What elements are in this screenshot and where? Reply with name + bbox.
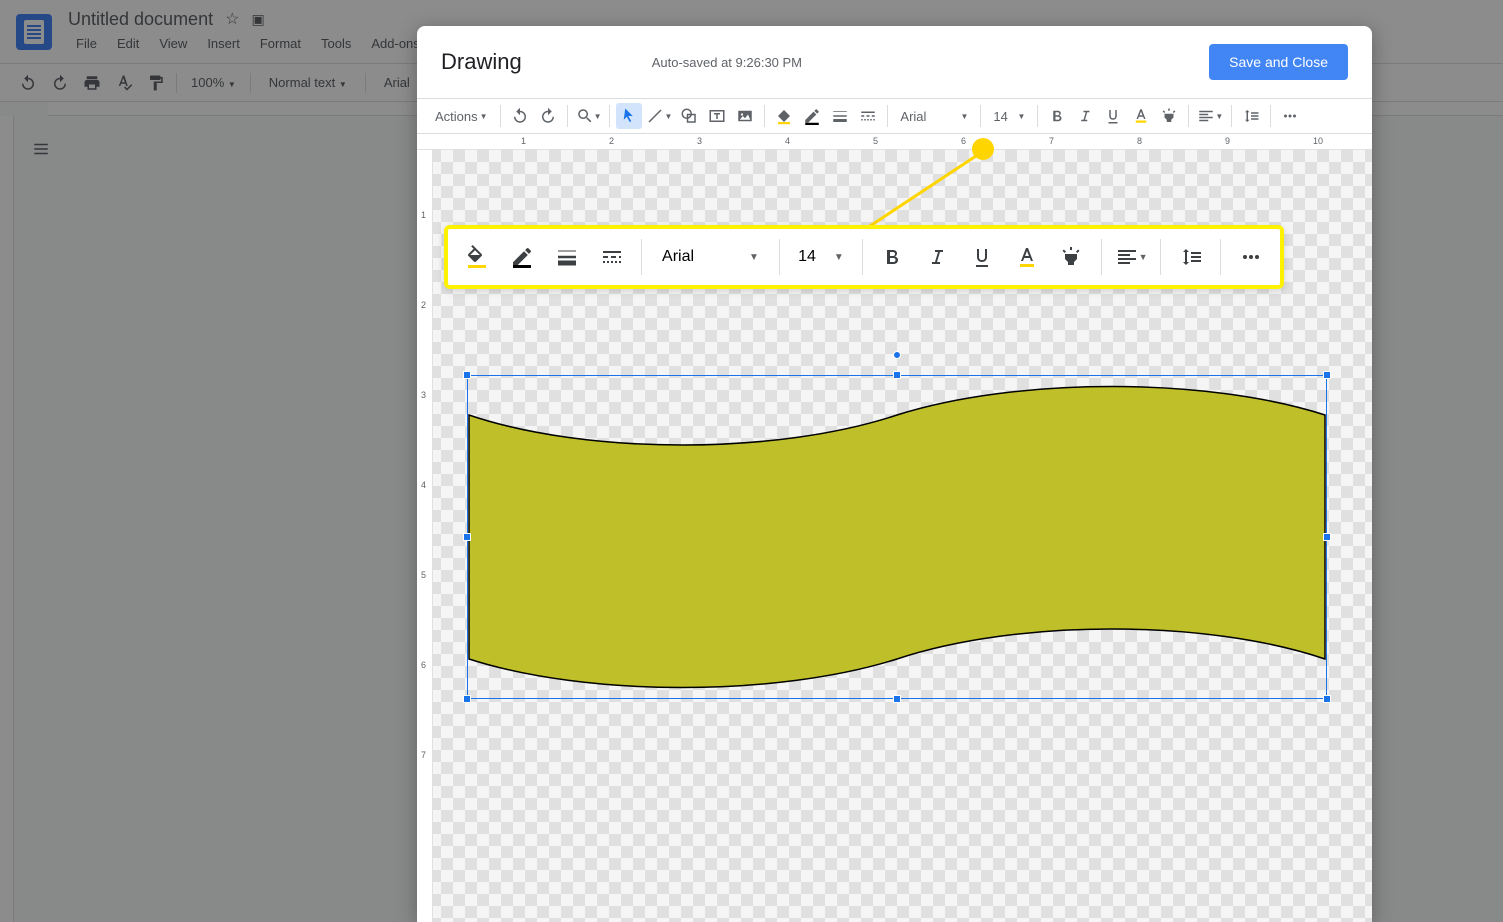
resize-handle-nw[interactable] bbox=[463, 371, 471, 379]
italic-icon[interactable] bbox=[1072, 103, 1098, 129]
border-dash-icon[interactable] bbox=[855, 103, 881, 129]
line-spacing-icon[interactable] bbox=[1238, 103, 1264, 129]
callout-pointer-dot bbox=[972, 138, 994, 160]
shape-tool-icon[interactable] bbox=[676, 103, 702, 129]
resize-handle-n[interactable] bbox=[893, 371, 901, 379]
fill-color-icon[interactable] bbox=[771, 103, 797, 129]
highlight-icon[interactable] bbox=[1052, 237, 1091, 277]
border-color-icon[interactable] bbox=[503, 237, 542, 277]
resize-handle-sw[interactable] bbox=[463, 695, 471, 703]
bold-icon[interactable] bbox=[873, 237, 912, 277]
text-color-icon[interactable] bbox=[1007, 237, 1046, 277]
font-family-select[interactable]: Arial▼ bbox=[652, 248, 769, 266]
underline-icon[interactable] bbox=[962, 237, 1001, 277]
resize-handle-s[interactable] bbox=[893, 695, 901, 703]
image-tool-icon[interactable] bbox=[732, 103, 758, 129]
selected-wave-shape[interactable] bbox=[467, 375, 1327, 699]
more-icon[interactable] bbox=[1231, 237, 1270, 277]
callout-line bbox=[857, 150, 997, 230]
font-size-select[interactable]: 14▼ bbox=[987, 103, 1031, 129]
dialog-title: Drawing bbox=[441, 49, 522, 75]
resize-handle-ne[interactable] bbox=[1323, 371, 1331, 379]
underline-icon[interactable] bbox=[1100, 103, 1126, 129]
border-weight-icon[interactable] bbox=[827, 103, 853, 129]
line-tool-icon[interactable]: ▼ bbox=[644, 103, 674, 129]
align-icon[interactable]: ▼ bbox=[1195, 103, 1225, 129]
line-spacing-icon[interactable] bbox=[1171, 237, 1210, 277]
actions-menu[interactable]: Actions▼ bbox=[429, 103, 494, 129]
select-tool-icon[interactable] bbox=[616, 103, 642, 129]
fill-color-icon[interactable] bbox=[458, 237, 497, 277]
callout-toolbar: Arial▼ 14▼ ▼ bbox=[444, 225, 1284, 289]
border-weight-icon[interactable] bbox=[548, 237, 587, 277]
drawing-horizontal-ruler: 1 2 3 4 5 6 7 8 9 10 bbox=[417, 134, 1372, 150]
resize-handle-w[interactable] bbox=[463, 533, 471, 541]
drawing-canvas[interactable]: 1 2 3 4 5 6 7 Arial▼ 14▼ bbox=[417, 150, 1372, 922]
align-icon[interactable]: ▼ bbox=[1112, 237, 1151, 277]
rotate-handle[interactable] bbox=[893, 351, 901, 359]
bold-icon[interactable] bbox=[1044, 103, 1070, 129]
resize-handle-se[interactable] bbox=[1323, 695, 1331, 703]
text-color-icon[interactable] bbox=[1128, 103, 1154, 129]
wave-shape-svg bbox=[467, 375, 1327, 699]
textbox-tool-icon[interactable] bbox=[704, 103, 730, 129]
more-icon[interactable] bbox=[1277, 103, 1303, 129]
border-dash-icon[interactable] bbox=[592, 237, 631, 277]
resize-handle-e[interactable] bbox=[1323, 533, 1331, 541]
highlight-icon[interactable] bbox=[1156, 103, 1182, 129]
font-size-select[interactable]: 14▼ bbox=[790, 248, 852, 266]
drawing-dialog: Drawing Auto-saved at 9:26:30 PM Save an… bbox=[417, 26, 1372, 922]
drawing-toolbar: Actions▼ ▼ ▼ Arial▼ 14▼ ▼ bbox=[417, 98, 1372, 134]
border-color-icon[interactable] bbox=[799, 103, 825, 129]
redo-icon[interactable] bbox=[535, 103, 561, 129]
undo-icon[interactable] bbox=[507, 103, 533, 129]
save-close-button[interactable]: Save and Close bbox=[1209, 44, 1348, 80]
dialog-header: Drawing Auto-saved at 9:26:30 PM Save an… bbox=[417, 26, 1372, 98]
drawing-vertical-ruler: 1 2 3 4 5 6 7 bbox=[417, 150, 433, 922]
autosave-status: Auto-saved at 9:26:30 PM bbox=[652, 55, 802, 70]
italic-icon[interactable] bbox=[918, 237, 957, 277]
font-family-select[interactable]: Arial▼ bbox=[894, 103, 974, 129]
zoom-icon[interactable]: ▼ bbox=[574, 103, 604, 129]
